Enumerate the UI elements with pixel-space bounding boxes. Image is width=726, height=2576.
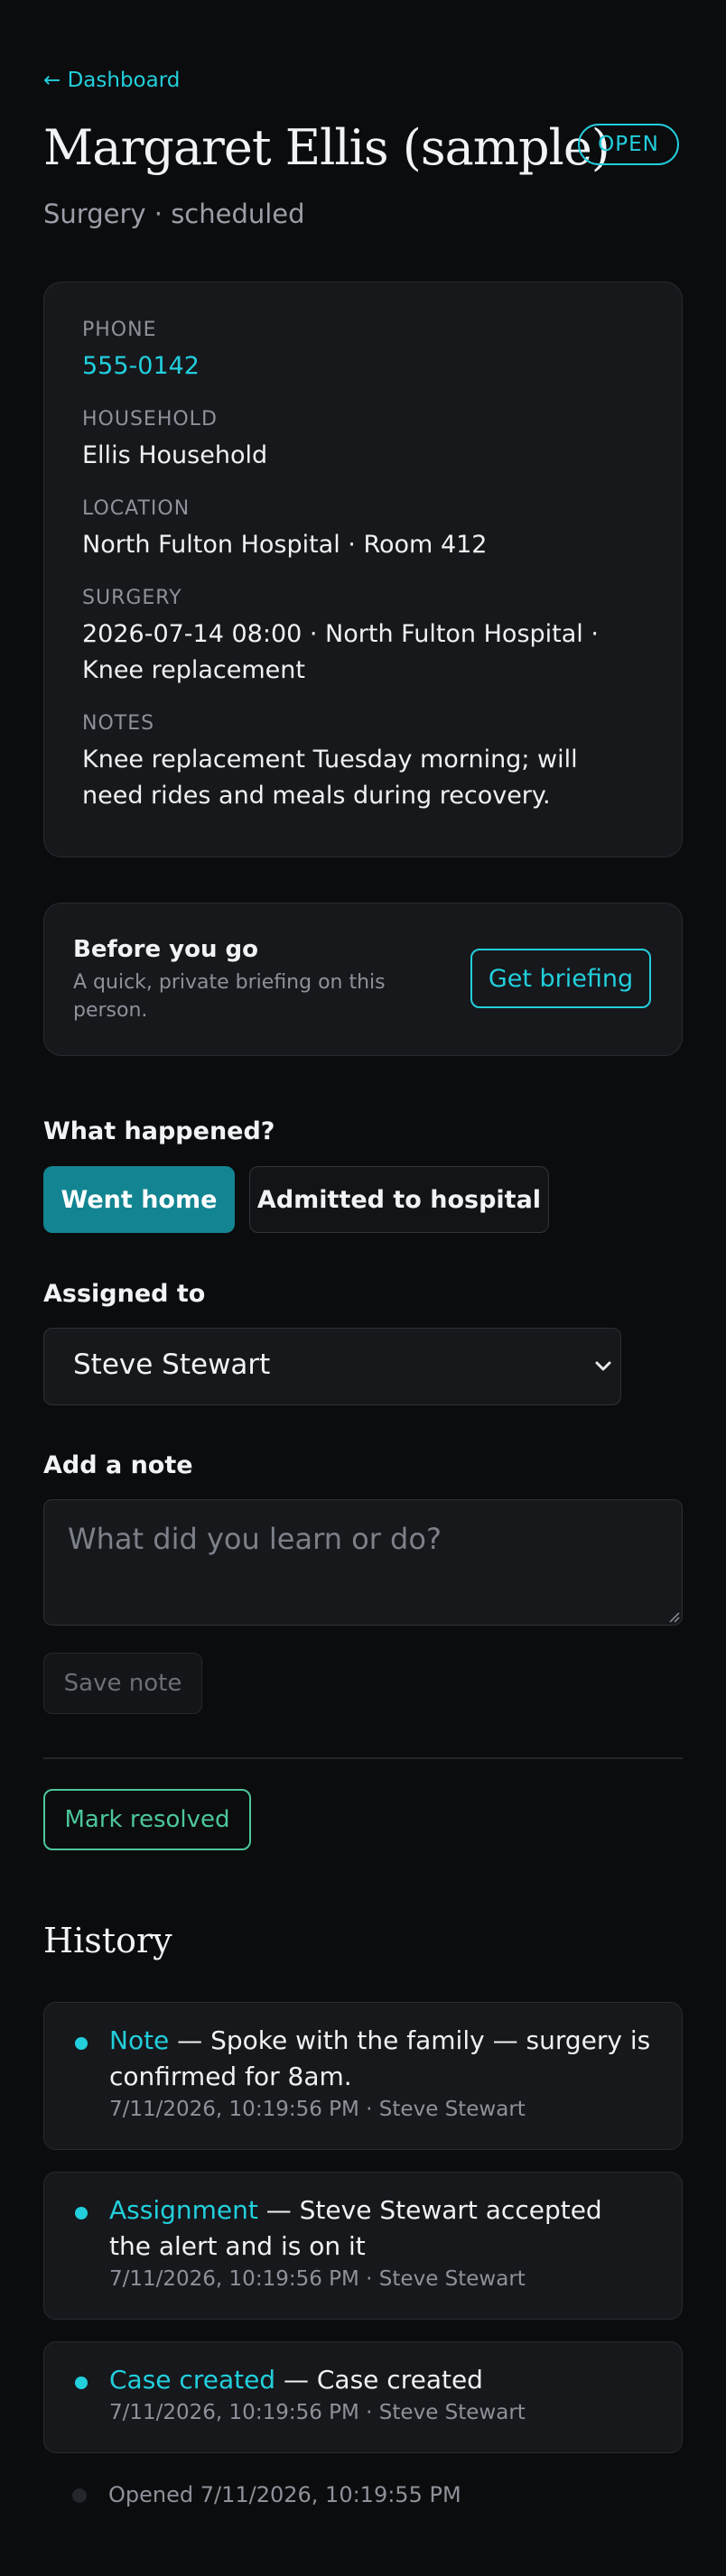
detail-phone: PHONE 555-0142 [82, 319, 644, 385]
assignee-select[interactable]: Steve Stewart [43, 1328, 621, 1405]
history-title: History [43, 1921, 172, 1960]
details-card: PHONE 555-0142 HOUSEHOLD Ellis Household… [43, 282, 683, 857]
history-type: Assignment [109, 2195, 258, 2225]
history-item: Note — Spoke with the family — surgery i… [43, 2002, 683, 2150]
history-item: Case created — Case created 7/11/2026, 1… [43, 2341, 683, 2453]
status-badge: OPEN [578, 124, 679, 165]
history-dot [75, 2377, 88, 2389]
history-text: — Case created [275, 2365, 483, 2395]
assignee-value: Steve Stewart [73, 1348, 271, 1381]
history-entry: Case created — Case created 7/11/2026, 1… [109, 2362, 651, 2427]
history-entry: Assignment — Steve Stewart accepted the … [109, 2192, 651, 2293]
mark-resolved-button[interactable]: Mark resolved [43, 1789, 251, 1850]
detail-surgery: SURGERY 2026-07-14 08:00 · North Fulton … [82, 587, 644, 689]
section-divider [43, 1757, 683, 1759]
phone-link[interactable]: 555-0142 [82, 348, 644, 385]
outcome-admitted-button[interactable]: Admitted to hospital [249, 1166, 549, 1233]
history-type: Note [109, 2025, 170, 2055]
case-subtitle: Surgery · scheduled [43, 199, 305, 229]
history-item: Assignment — Steve Stewart accepted the … [43, 2172, 683, 2320]
history-meta: 7/11/2026, 10:19:56 PM · Steve Stewart [109, 2401, 526, 2424]
get-briefing-button[interactable]: Get briefing [470, 949, 651, 1008]
history-meta: 7/11/2026, 10:19:56 PM · Steve Stewart [109, 2267, 526, 2291]
outcome-label: What happened? [43, 1117, 275, 1145]
history-meta: 7/11/2026, 10:19:56 PM · Steve Stewart [109, 2098, 526, 2121]
detail-value: Ellis Household [82, 441, 268, 469]
detail-location: LOCATION North Fulton Hospital · Room 41… [82, 497, 644, 563]
history-dot [75, 2037, 88, 2050]
history-entry: Note — Spoke with the family — surgery i… [109, 2023, 651, 2124]
back-to-dashboard-link[interactable]: ← Dashboard [43, 69, 180, 92]
detail-label: PHONE [82, 319, 157, 341]
detail-label: SURGERY [82, 587, 182, 609]
note-label: Add a note [43, 1451, 193, 1479]
page-title: Margaret Ellis (sample) [43, 119, 610, 176]
detail-value: North Fulton Hospital · Room 412 [82, 531, 488, 559]
assigned-label: Assigned to [43, 1280, 206, 1308]
detail-household: HOUSEHOLD Ellis Household [82, 408, 644, 474]
detail-label: LOCATION [82, 497, 191, 520]
opened-dot [72, 2488, 87, 2503]
detail-value: 2026-07-14 08:00 · North Fulton Hospital… [82, 620, 599, 684]
outcome-went-home-button[interactable]: Went home [43, 1166, 235, 1233]
briefing-card: Before you go A quick, private briefing … [43, 903, 683, 1056]
detail-value: Knee replacement Tuesday morning; will n… [82, 746, 578, 810]
history-text: — Spoke with the family — surgery is con… [109, 2025, 651, 2091]
detail-label: HOUSEHOLD [82, 408, 218, 431]
opened-timestamp: Opened 7/11/2026, 10:19:55 PM [108, 2482, 461, 2507]
resize-grip-icon[interactable] [667, 1610, 680, 1623]
detail-notes: NOTES Knee replacement Tuesday morning; … [82, 712, 644, 814]
chevron-down-icon [595, 1361, 611, 1371]
detail-label: NOTES [82, 712, 155, 735]
history-type: Case created [109, 2365, 276, 2395]
briefing-title: Before you go [73, 936, 258, 963]
briefing-subtitle: A quick, private briefing on this person… [73, 971, 386, 1022]
history-dot [75, 2207, 88, 2219]
note-textarea[interactable]: What did you learn or do? [43, 1499, 683, 1626]
case-detail-page: ← Dashboard Margaret Ellis (sample) OPEN… [0, 0, 726, 2576]
note-placeholder: What did you learn or do? [68, 1522, 442, 1556]
save-note-button[interactable]: Save note [43, 1653, 202, 1714]
